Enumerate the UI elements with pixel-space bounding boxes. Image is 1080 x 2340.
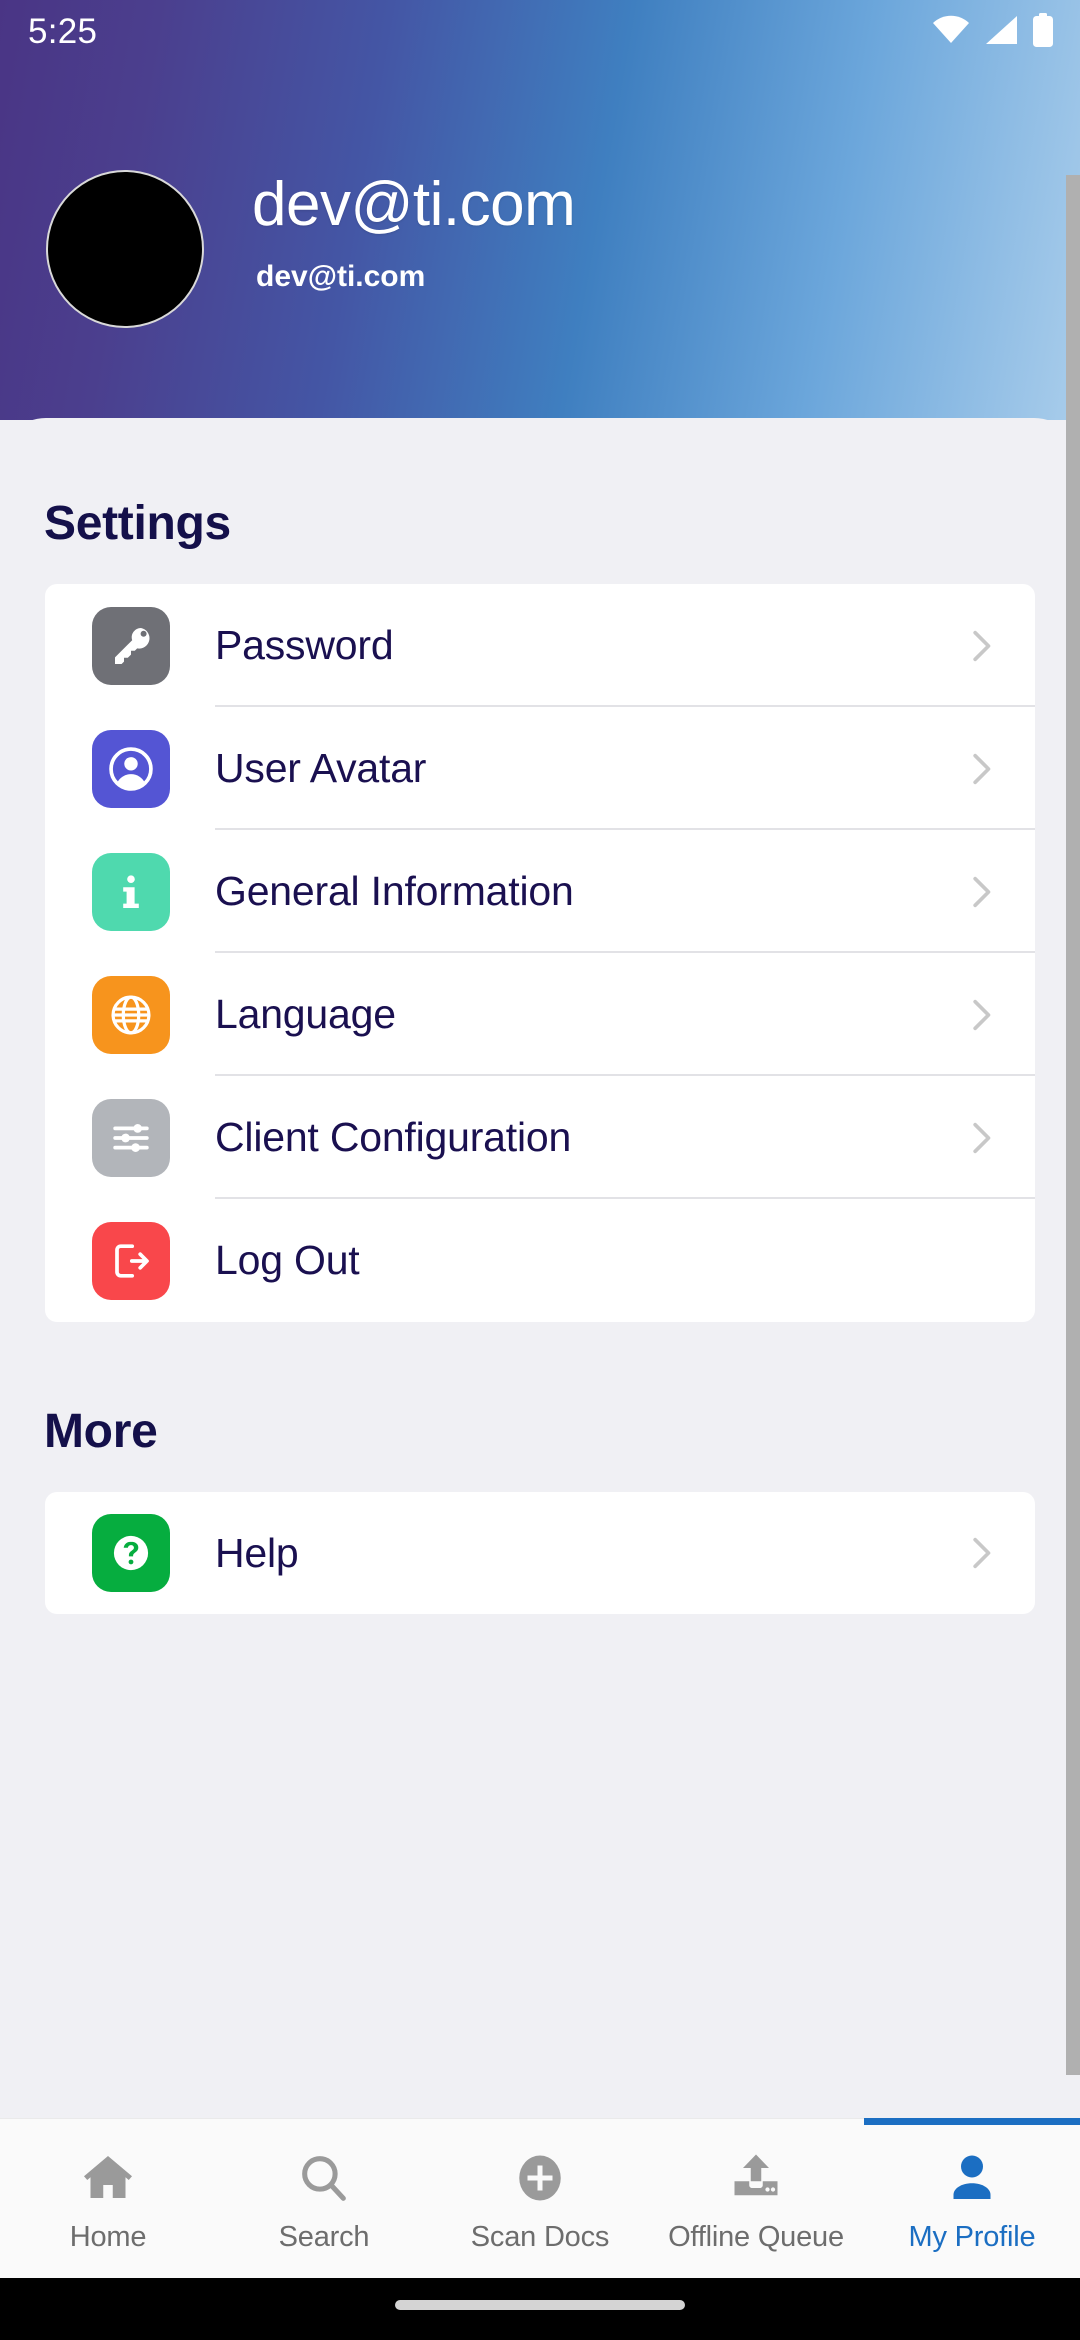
status-bar: 5:25 — [0, 0, 1080, 64]
tab-offline-queue[interactable]: Offline Queue — [648, 2119, 864, 2278]
chevron-right-icon — [961, 745, 1001, 793]
settings-row-label: Password — [215, 622, 394, 668]
settings-row-label: General Information — [215, 868, 574, 914]
bottom-navigation: Home Search Scan Docs Offline Queue My P… — [0, 2118, 1080, 2278]
settings-card: Password User Avatar General Information… — [45, 584, 1035, 1322]
home-indicator[interactable] — [395, 2300, 685, 2310]
chevron-right-icon — [961, 1114, 1001, 1162]
settings-row-label: Language — [215, 991, 396, 1037]
chevron-right-icon — [961, 991, 1001, 1039]
chevron-right-icon — [961, 1529, 1001, 1577]
settings-section-title: Settings — [44, 497, 231, 550]
tab-label: My Profile — [908, 2221, 1036, 2253]
tab-scan-docs[interactable]: Scan Docs — [432, 2119, 648, 2278]
globe-icon — [92, 975, 170, 1054]
more-row-help[interactable]: Help — [45, 1492, 1035, 1614]
settings-row-label: Client Configuration — [215, 1114, 572, 1160]
settings-row-password[interactable]: Password — [45, 584, 1035, 707]
tab-label: Search — [278, 2221, 370, 2253]
account-icon — [92, 729, 170, 808]
person-icon — [942, 2147, 1002, 2209]
tab-label: Offline Queue — [668, 2221, 844, 2253]
sliders-icon — [92, 1098, 170, 1177]
more-card: Help — [45, 1492, 1035, 1614]
profile-email: dev@ti.com — [256, 260, 426, 293]
help-circle-icon — [92, 1514, 170, 1592]
tab-label: Home — [69, 2221, 147, 2253]
settings-row-log-out[interactable]: Log Out — [45, 1199, 1035, 1322]
settings-row-user-avatar[interactable]: User Avatar — [45, 707, 1035, 830]
info-icon — [92, 852, 170, 931]
status-bar-icons — [932, 12, 1054, 52]
key-icon — [92, 606, 170, 685]
chevron-right-icon — [961, 868, 1001, 916]
chevron-right-icon — [961, 622, 1001, 670]
settings-row-general-information[interactable]: General Information — [45, 830, 1035, 953]
logout-icon — [92, 1221, 170, 1300]
tab-search[interactable]: Search — [216, 2119, 432, 2278]
profile-name: dev@ti.com — [252, 170, 576, 239]
app-screen: 5:25 dev@ti.com dev@ti.com Settings Pass… — [0, 0, 1080, 2340]
content-sheet: Settings Password User Avatar General In… — [0, 418, 1080, 2138]
more-row-label: Help — [215, 1529, 299, 1576]
home-icon — [78, 2147, 138, 2209]
profile-summary: dev@ti.com dev@ti.com — [0, 160, 1080, 340]
tab-my-profile[interactable]: My Profile — [864, 2118, 1080, 2278]
plus-circle-icon — [510, 2147, 570, 2209]
status-bar-clock: 5:25 — [28, 12, 98, 51]
profile-header: 5:25 dev@ti.com dev@ti.com — [0, 0, 1080, 420]
system-gesture-area — [0, 2278, 1080, 2340]
avatar[interactable] — [46, 170, 204, 328]
vertical-scrollbar[interactable] — [1066, 175, 1080, 2075]
settings-row-client-configuration[interactable]: Client Configuration — [45, 1076, 1035, 1199]
settings-row-label: User Avatar — [215, 745, 427, 791]
battery-icon — [1032, 12, 1054, 52]
tab-label: Scan Docs — [470, 2221, 610, 2253]
settings-row-language[interactable]: Language — [45, 953, 1035, 1076]
tab-home[interactable]: Home — [0, 2119, 216, 2278]
upload-tray-icon — [726, 2147, 786, 2209]
more-section-title: More — [44, 1405, 158, 1458]
search-icon — [295, 2147, 353, 2209]
settings-row-label: Log Out — [215, 1237, 360, 1283]
cellular-signal-icon — [984, 15, 1018, 50]
wifi-icon — [932, 15, 970, 50]
active-tab-indicator — [864, 2118, 1080, 2125]
